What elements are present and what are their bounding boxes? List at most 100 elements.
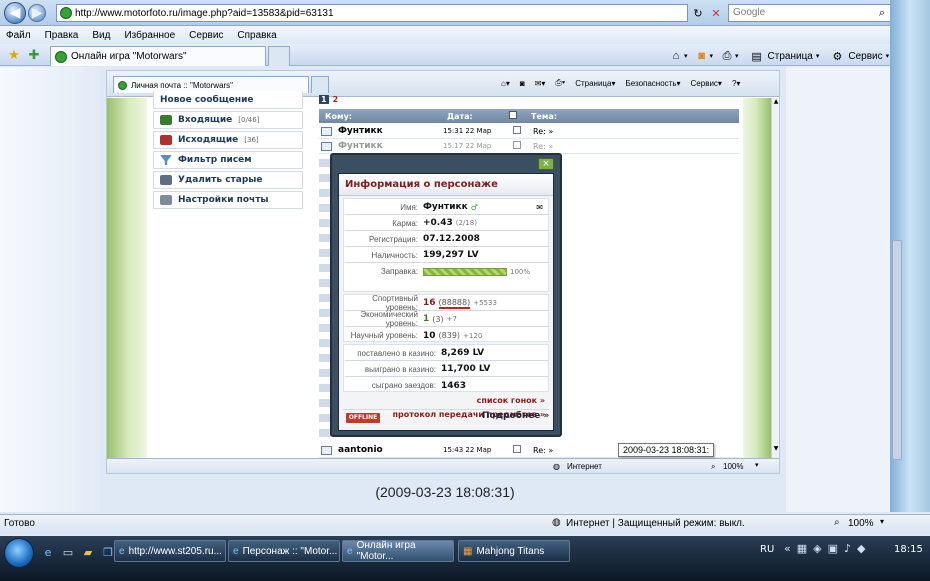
tab-motorwars[interactable]: Онлайн игра "Motorwars" [50, 46, 266, 66]
page-link[interactable]: 2 [333, 95, 339, 104]
popup-close-button[interactable]: × [538, 158, 554, 170]
value-name[interactable]: Фунтикк [423, 202, 468, 212]
home-icon[interactable]: ⌂ [668, 48, 684, 64]
label-races: сыграно заездов: [371, 381, 436, 390]
label-econ-level: Экономический уровень: [360, 310, 418, 328]
inner-tab-title: Личная почта :: "Motorwars" [131, 80, 234, 90]
status-text: Готово [4, 518, 35, 529]
menu-view[interactable]: Вид [92, 30, 110, 41]
tray-chevron-icon[interactable]: « [784, 542, 791, 555]
page-scrollbar-thumb[interactable] [892, 240, 902, 460]
scroll-up-icon[interactable]: ▲ [772, 98, 779, 105]
inner-help-icon[interactable]: ?▾ [732, 79, 740, 88]
print-icon[interactable]: ⎙ [719, 48, 735, 64]
start-button[interactable] [4, 538, 34, 568]
task-button[interactable]: ▦ Mahjong Titans [458, 540, 570, 562]
task-button[interactable]: e Персонаж :: "Motor... [228, 540, 340, 562]
site-favicon-icon [60, 7, 72, 19]
sidebar-outbox[interactable]: Исходящие [36] [153, 131, 303, 149]
inner-status-zoom[interactable]: 100% [723, 462, 743, 471]
sidebar-inbox[interactable]: Входящие [0/46] [153, 111, 303, 129]
folder-icon[interactable]: ▰ [80, 544, 96, 560]
character-info-popup: × Информация о персонаже Имя: Фунтикк ♂ … [330, 153, 562, 437]
sidebar-settings[interactable]: Настройки почты [153, 191, 303, 209]
value-sci-level: 10 [423, 330, 436, 341]
menu-edit[interactable]: Правка [45, 30, 79, 41]
inner-new-tab-button[interactable] [311, 76, 329, 93]
inner-mail-icon[interactable]: ✉▾ [535, 79, 546, 88]
sidebar-item-label: Входящие [178, 115, 233, 125]
inner-feeds-icon[interactable]: ◙ [520, 79, 525, 88]
header-select-all[interactable] [509, 111, 531, 121]
globe-icon: ◍ [552, 517, 561, 528]
fuel-percent: 100% [510, 267, 531, 276]
link-race-list[interactable]: список гонок » [343, 396, 549, 410]
page-current[interactable]: 1 [319, 95, 329, 104]
mail-checkbox[interactable] [513, 445, 533, 455]
forward-button[interactable]: ▶ [28, 4, 46, 22]
stop-icon[interactable]: ✕ [708, 5, 724, 21]
new-tab-button[interactable] [268, 46, 290, 66]
status-zone[interactable]: Интернет | Защищенный режим: выкл. [566, 518, 745, 529]
sidebar-filter[interactable]: Фильтр писем [153, 151, 303, 169]
zoom-dropdown-icon[interactable]: ▾ [880, 517, 884, 526]
task-label: Mahjong Titans [476, 545, 545, 557]
search-icon[interactable]: ⌕ [874, 5, 890, 21]
tools-menu-button[interactable]: ⚙ Сервис ▾ [829, 48, 889, 64]
menu-tools[interactable]: Сервис [189, 30, 223, 41]
task-button[interactable]: e http://www.st205.ru... [114, 540, 226, 562]
mail-checkbox[interactable] [513, 126, 533, 136]
row-casino-win: выиграно в казино: 11,700 LV [345, 362, 549, 377]
tray-monitor-icon[interactable]: ▣ [828, 542, 838, 555]
tray-shield-icon[interactable]: ◆ [857, 542, 865, 555]
refresh-icon[interactable]: ↻ [690, 5, 706, 21]
row-cash: Наличность: 199,297 LV [345, 248, 549, 263]
inner-security-menu[interactable]: Безопасность▾ [625, 79, 680, 88]
send-mail-icon[interactable]: ✉ [536, 203, 543, 212]
scroll-down-icon[interactable]: ▼ [772, 445, 779, 452]
task-button-active[interactable]: e Онлайн игра "Motor... [342, 540, 454, 562]
tray-speaker-icon[interactable]: ♪ [844, 542, 851, 555]
back-button[interactable]: ◀ [4, 2, 26, 24]
language-indicator[interactable]: RU [760, 544, 774, 555]
zoom-icon[interactable]: ⌕ [834, 517, 840, 528]
inner-tools-menu[interactable]: Сервис▾ [691, 79, 722, 88]
clock[interactable]: 18:15 [894, 544, 923, 555]
econ-points: (3) [432, 314, 444, 324]
row-karma: Карма: +0.43 (2/18) [345, 216, 549, 231]
inner-scrollbar[interactable]: ▲ ▼ [771, 98, 779, 458]
mail-row[interactable]: Фунтикк 15:17 22 Мар Re: » [319, 139, 739, 154]
tray-network-icon[interactable]: ▦ [797, 542, 807, 555]
feeds-icon[interactable]: ◙ [694, 48, 710, 64]
page-menu-button[interactable]: ▤ Страница ▾ [749, 48, 819, 64]
task-label: Персонаж :: "Motor... [242, 545, 338, 557]
add-favorites-icon[interactable]: ✚ [26, 47, 42, 63]
inner-security-label: Безопасность [625, 78, 677, 88]
ie-icon[interactable]: e [40, 544, 56, 560]
menu-favorites[interactable]: Избранное [124, 30, 175, 41]
show-desktop-icon[interactable]: ▭ [60, 544, 76, 560]
menu-help[interactable]: Справка [237, 30, 276, 41]
mail-checkbox[interactable] [513, 141, 533, 151]
more-link[interactable]: Подробнее » [482, 411, 549, 421]
mail-subject: Re: » [533, 445, 554, 455]
inner-zoom-icon[interactable]: ⌕ [711, 462, 715, 472]
status-zoom[interactable]: 100% [848, 518, 874, 529]
mail-row[interactable]: Фунтикк 15:31 22 Мар Re: » [319, 124, 739, 139]
sidebar-new-message[interactable]: Новое сообщение [153, 91, 303, 109]
sidebar-delete-old[interactable]: Удалить старые [153, 171, 303, 189]
inner-print-icon[interactable]: ⎙▾ [555, 78, 565, 88]
address-bar-row: ◀ ▶ http://www.motorfoto.ru/image.php?ai… [0, 0, 930, 26]
inner-home-icon[interactable]: ⌂▾ [501, 79, 510, 88]
quick-launch: e ▭ ▰ ❐ [40, 544, 116, 560]
inner-zoom-dropdown-icon[interactable]: ▾ [755, 461, 759, 469]
task-label: Онлайн игра "Motor... [356, 540, 416, 562]
label-casino-bet: поставлено в казино: [357, 348, 436, 358]
favorites-star-icon[interactable]: ★ [6, 47, 22, 63]
url-input[interactable]: http://www.motorfoto.ru/image.php?aid=13… [56, 4, 688, 22]
tab-bar: ★ ✚ Онлайн игра "Motorwars" ⌂ ▾ ◙ ▾ ⎙ ▾ ▤ Ст… [0, 44, 930, 66]
tray-app-icon[interactable]: ◈ [813, 542, 821, 555]
menu-file[interactable]: Файл [6, 30, 31, 41]
inner-page-menu[interactable]: Страница▾ [575, 79, 615, 88]
taskbar: e ▭ ▰ ❐ e http://www.st205.ru... e Персо… [0, 536, 930, 581]
